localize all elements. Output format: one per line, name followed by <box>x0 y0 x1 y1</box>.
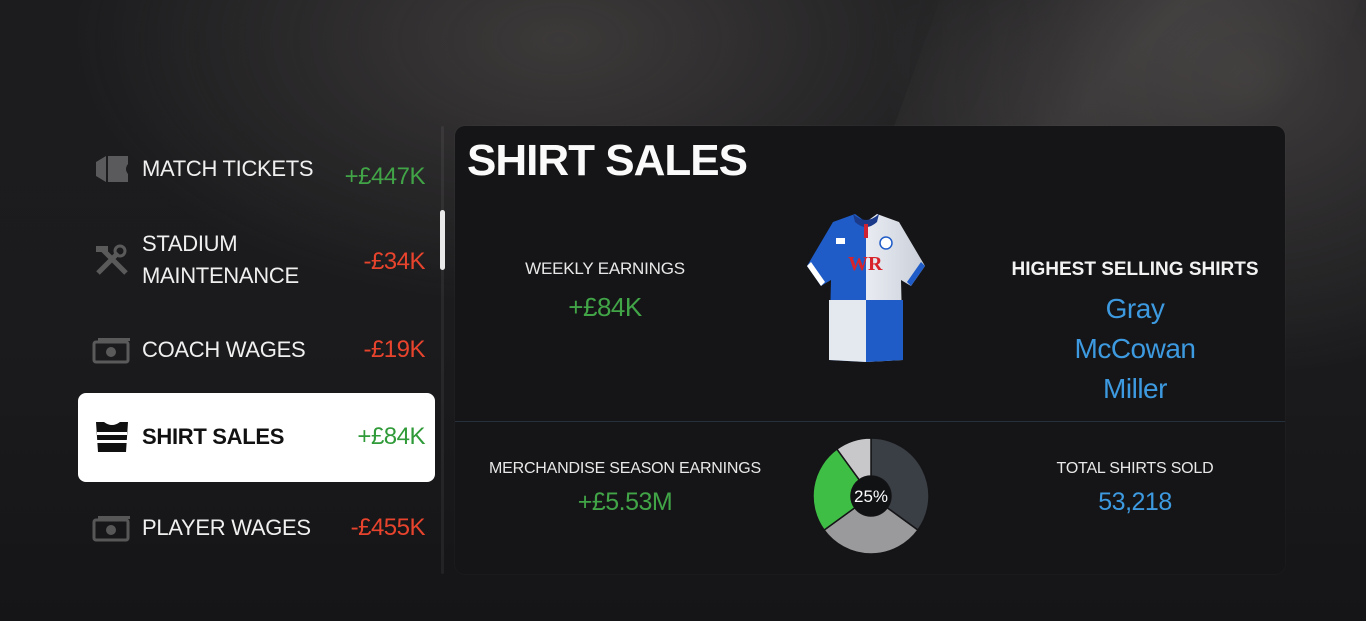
wrench-hammer-icon <box>92 243 132 277</box>
total-shirts-sold-value: 53,218 <box>1098 488 1172 516</box>
ticket-icon <box>92 152 132 186</box>
list-scrollbar-thumb[interactable] <box>440 210 445 270</box>
list-item: McCowan <box>1074 333 1196 364</box>
list-item: Miller <box>1103 373 1167 404</box>
list-item-label: SHIRT SALES <box>142 424 285 449</box>
list-item-label-line-2: MAINTENANCE <box>142 263 299 288</box>
list-item: Gray <box>1105 293 1165 324</box>
highest-selling-list: Gray McCowan Miller <box>995 289 1275 409</box>
page-title: SHIRT SALES <box>467 136 748 185</box>
shirt-sales-panel: SHIRT SALES WEEKLY EARNINGS +£84K WR HIG… <box>455 126 1285 574</box>
finance-category-list: MATCH TICKETS +£447K STADIUM MAINTENANCE… <box>78 126 436 578</box>
total-shirts-sold-label: TOTAL SHIRTS SOLD <box>1056 460 1214 477</box>
section-divider <box>455 421 1285 422</box>
club-shirt-image: WR <box>807 214 925 362</box>
list-item-amount: -£455K <box>350 514 426 541</box>
cash-icon <box>92 512 132 546</box>
list-scrollbar-track[interactable] <box>441 126 444 574</box>
list-item-label: PLAYER WAGES <box>142 515 311 540</box>
list-item-stadium-maintenance[interactable]: STADIUM MAINTENANCE -£34K <box>78 218 435 302</box>
weekly-earnings-value: +£84K <box>568 292 642 322</box>
cash-icon <box>92 334 132 368</box>
list-item-match-tickets[interactable]: MATCH TICKETS +£447K <box>78 134 435 204</box>
list-item-amount: +£447K <box>344 163 426 190</box>
list-item-coach-wages[interactable]: COACH WAGES -£19K <box>78 316 435 386</box>
season-earnings-value: +£5.53M <box>577 488 673 516</box>
list-item-amount: +£84K <box>357 423 425 450</box>
list-item-label: STADIUM <box>142 231 238 256</box>
list-item-amount: -£19K <box>363 336 425 363</box>
shirt-sponsor-text: WR <box>848 253 883 275</box>
list-item-label: COACH WAGES <box>142 337 306 362</box>
list-item-shirt-sales[interactable]: SHIRT SALES +£84K <box>78 393 435 482</box>
highest-selling-title: HIGHEST SELLING SHIRTS <box>1011 259 1259 280</box>
donut-center-label: 25% <box>854 487 888 506</box>
merchandise-donut-chart: 25% <box>812 437 930 555</box>
list-item-player-wages[interactable]: PLAYER WAGES -£455K <box>78 494 435 564</box>
list-item-amount: -£34K <box>363 248 425 275</box>
list-item-label: MATCH TICKETS <box>142 156 314 181</box>
shirt-icon <box>92 420 132 454</box>
season-earnings-label: MERCHANDISE SEASON EARNINGS <box>489 460 761 477</box>
weekly-earnings-label: WEEKLY EARNINGS <box>525 259 685 278</box>
